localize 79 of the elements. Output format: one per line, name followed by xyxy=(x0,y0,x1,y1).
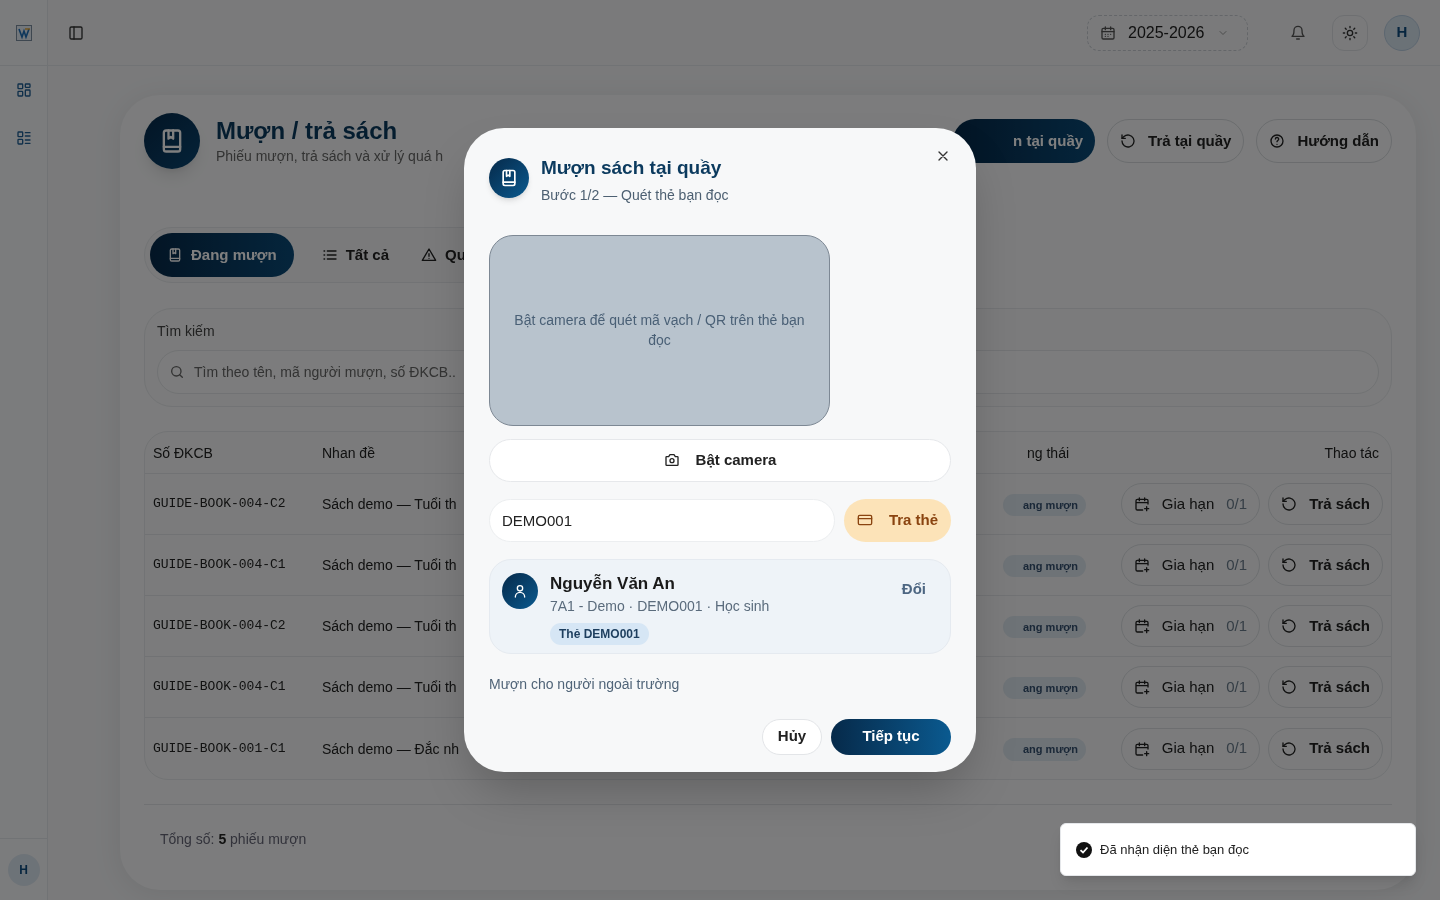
borrow-at-counter-button[interactable]: n tại quầy xyxy=(953,119,1096,163)
status-badge: ang mượn xyxy=(1003,676,1086,700)
undo-icon xyxy=(1281,679,1298,695)
search-label: Tìm kiếm xyxy=(157,322,215,341)
column-header: ng thái xyxy=(1027,444,1070,461)
table-cell: Sách demo — Tuổi th xyxy=(322,557,457,573)
undo-icon xyxy=(1120,133,1137,149)
table-cell-text: GUIDE-BOOK-004-C2 xyxy=(153,495,287,514)
warning-icon xyxy=(421,247,438,263)
book-icon xyxy=(167,247,183,263)
check-circle-icon xyxy=(1076,841,1092,858)
card-number-field[interactable]: DEMO001 xyxy=(489,498,835,542)
calendar-plus-icon xyxy=(1133,618,1150,634)
calendar-icon xyxy=(1100,24,1116,41)
calendar-plus-icon xyxy=(1133,557,1150,573)
help-icon xyxy=(1269,133,1286,149)
avatar[interactable]: H xyxy=(1384,14,1420,51)
table-cell: Sách demo — Tuổi th xyxy=(322,618,457,634)
camera-icon xyxy=(663,452,680,468)
scanner-hint: Bật camera để quét mã vạch / QR trên thẻ bạn đọc xyxy=(514,311,805,350)
sidebar-toggle-icon xyxy=(68,24,84,41)
undo-icon xyxy=(1281,557,1298,573)
card-badge: Thẻ DEMO001 xyxy=(550,622,649,645)
column-header: Nhan đề xyxy=(322,444,375,461)
extend-count: 0/1 xyxy=(1226,554,1248,575)
continue-button[interactable]: Tiếp tục xyxy=(831,718,951,755)
extend-count: 0/1 xyxy=(1226,615,1248,636)
column-header: Số ĐKCB xyxy=(153,444,213,461)
table-cell-text: GUIDE-BOOK-004-C2 xyxy=(153,617,287,636)
total-count: Tổng số: 5 phiếu mượn xyxy=(160,830,307,849)
table-cell-text: GUIDE-BOOK-004-C1 xyxy=(153,556,287,575)
column-header: Thao tác xyxy=(1324,444,1379,461)
guide-button[interactable]: Hướng dẫn xyxy=(1256,119,1392,163)
page-subtitle: Phiếu mượn, trả sách và xử lý quá h xyxy=(216,146,444,166)
extend-count: 0/1 xyxy=(1226,676,1248,697)
calendar-plus-icon xyxy=(1133,679,1150,695)
table-cell-text: GUIDE-BOOK-001-C1 xyxy=(153,739,287,758)
list-icon[interactable] xyxy=(15,130,32,146)
return-at-counter-button[interactable]: Trả tại quầy xyxy=(1107,119,1245,163)
avatar[interactable]: H xyxy=(7,853,40,886)
guest-borrow-link[interactable]: Mượn cho người ngoài trường xyxy=(489,673,680,695)
reader-details: 7A1 - Demo · DEMO001 · Học sinh xyxy=(550,596,771,616)
table-cell-text: GUIDE-BOOK-004-C1 xyxy=(153,678,287,697)
bell-icon xyxy=(1290,24,1306,41)
undo-icon xyxy=(1281,740,1298,757)
toast-message: Đã nhận diện thẻ bạn đọc xyxy=(1100,840,1249,859)
undo-icon xyxy=(1281,618,1298,634)
change-link[interactable]: Đổi xyxy=(901,577,926,600)
table-cell: Sách demo — Đắc nh xyxy=(322,740,459,757)
lookup-button[interactable]: Tra thẻ xyxy=(844,498,951,542)
user-icon xyxy=(512,582,528,599)
status-badge: ang mượn xyxy=(1003,738,1086,761)
list-icon xyxy=(321,247,338,263)
sun-icon xyxy=(1342,24,1358,41)
tab[interactable]: Đang mượn xyxy=(150,233,294,277)
dialog-title: Mượn sách tại quầy xyxy=(541,156,723,180)
table-cell: Sách demo — Tuổi th xyxy=(322,496,457,512)
cancel-button[interactable]: Hủy xyxy=(762,718,822,755)
status-badge: ang mượn xyxy=(1003,554,1086,578)
tab[interactable]: Tất cả xyxy=(317,233,394,277)
undo-icon xyxy=(1281,496,1298,512)
calendar-plus-icon xyxy=(1133,496,1150,512)
dashboard-icon[interactable] xyxy=(15,82,32,98)
reader-name: Nguyễn Văn An xyxy=(550,572,676,595)
status-badge: ang mượn xyxy=(1003,493,1086,517)
table-cell: Sách demo — Tuổi th xyxy=(322,679,457,695)
camera-button[interactable]: Bật camera xyxy=(489,438,951,482)
extend-count: 0/1 xyxy=(1226,493,1248,514)
page-title: Mượn / trả sách xyxy=(216,115,399,146)
dialog-subtitle: Bước 1/2 — Quét thẻ bạn đọc xyxy=(541,185,729,205)
book-icon xyxy=(499,168,519,188)
extend-count: 0/1 xyxy=(1226,738,1248,759)
school-year-select[interactable]: 2025-2026 xyxy=(1087,14,1248,51)
card-icon xyxy=(856,512,873,528)
calendar-plus-icon xyxy=(1133,740,1150,757)
theme-toggle-button[interactable] xyxy=(1332,14,1368,51)
logo-icon[interactable] xyxy=(15,24,32,41)
status-badge: ang mượn xyxy=(1003,615,1086,639)
search-icon xyxy=(169,364,185,380)
